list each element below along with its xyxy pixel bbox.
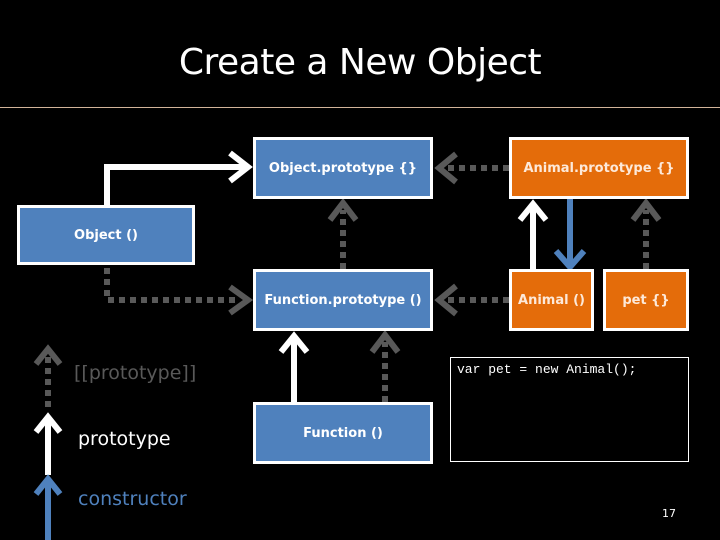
arrow-pet-proto-link xyxy=(630,198,662,269)
arrow-animalproto-constructor xyxy=(553,199,587,272)
arrow-animalproto-proto-link xyxy=(434,151,509,185)
legend-proto-link-label: [[prototype]] xyxy=(74,362,197,384)
node-object-prototype: Object.prototype {} xyxy=(253,137,433,199)
legend-proto-link-icon xyxy=(33,344,63,407)
node-object-constructor-label: Object () xyxy=(74,227,138,243)
arrow-object-proto-link xyxy=(104,268,254,316)
arrow-animal-proto-link xyxy=(434,283,509,317)
arrow-functionproto-proto-link xyxy=(327,198,359,269)
node-animal-prototype: Animal.prototype {} xyxy=(509,137,689,199)
code-box: var pet = new Animal(); xyxy=(450,357,689,462)
node-object-constructor: Object () xyxy=(17,205,195,265)
arrow-animal-prototype xyxy=(517,199,549,269)
node-function-constructor: Function () xyxy=(253,402,433,464)
node-object-prototype-label: Object.prototype {} xyxy=(268,160,418,176)
node-pet: pet {} xyxy=(603,269,689,331)
arrow-function-prototype xyxy=(278,331,310,402)
node-animal-constructor: Animal () xyxy=(509,269,594,331)
node-function-prototype-label: Function.prototype () xyxy=(264,292,422,308)
legend-prototype-icon xyxy=(33,412,63,475)
node-function-constructor-label: Function () xyxy=(303,425,383,441)
arrow-object-prototype xyxy=(104,150,253,205)
legend-constructor-icon xyxy=(33,474,63,540)
node-animal-constructor-label: Animal () xyxy=(518,292,585,308)
legend-prototype-label: prototype xyxy=(78,428,171,450)
node-function-prototype: Function.prototype () xyxy=(253,269,433,331)
page-number: 17 xyxy=(662,507,676,520)
node-animal-prototype-label: Animal.prototype {} xyxy=(523,160,675,176)
legend-constructor-label: constructor xyxy=(78,488,187,510)
code-line: var pet = new Animal(); xyxy=(457,362,637,377)
arrow-function-proto-link xyxy=(369,330,401,402)
node-pet-label: pet {} xyxy=(622,292,670,308)
